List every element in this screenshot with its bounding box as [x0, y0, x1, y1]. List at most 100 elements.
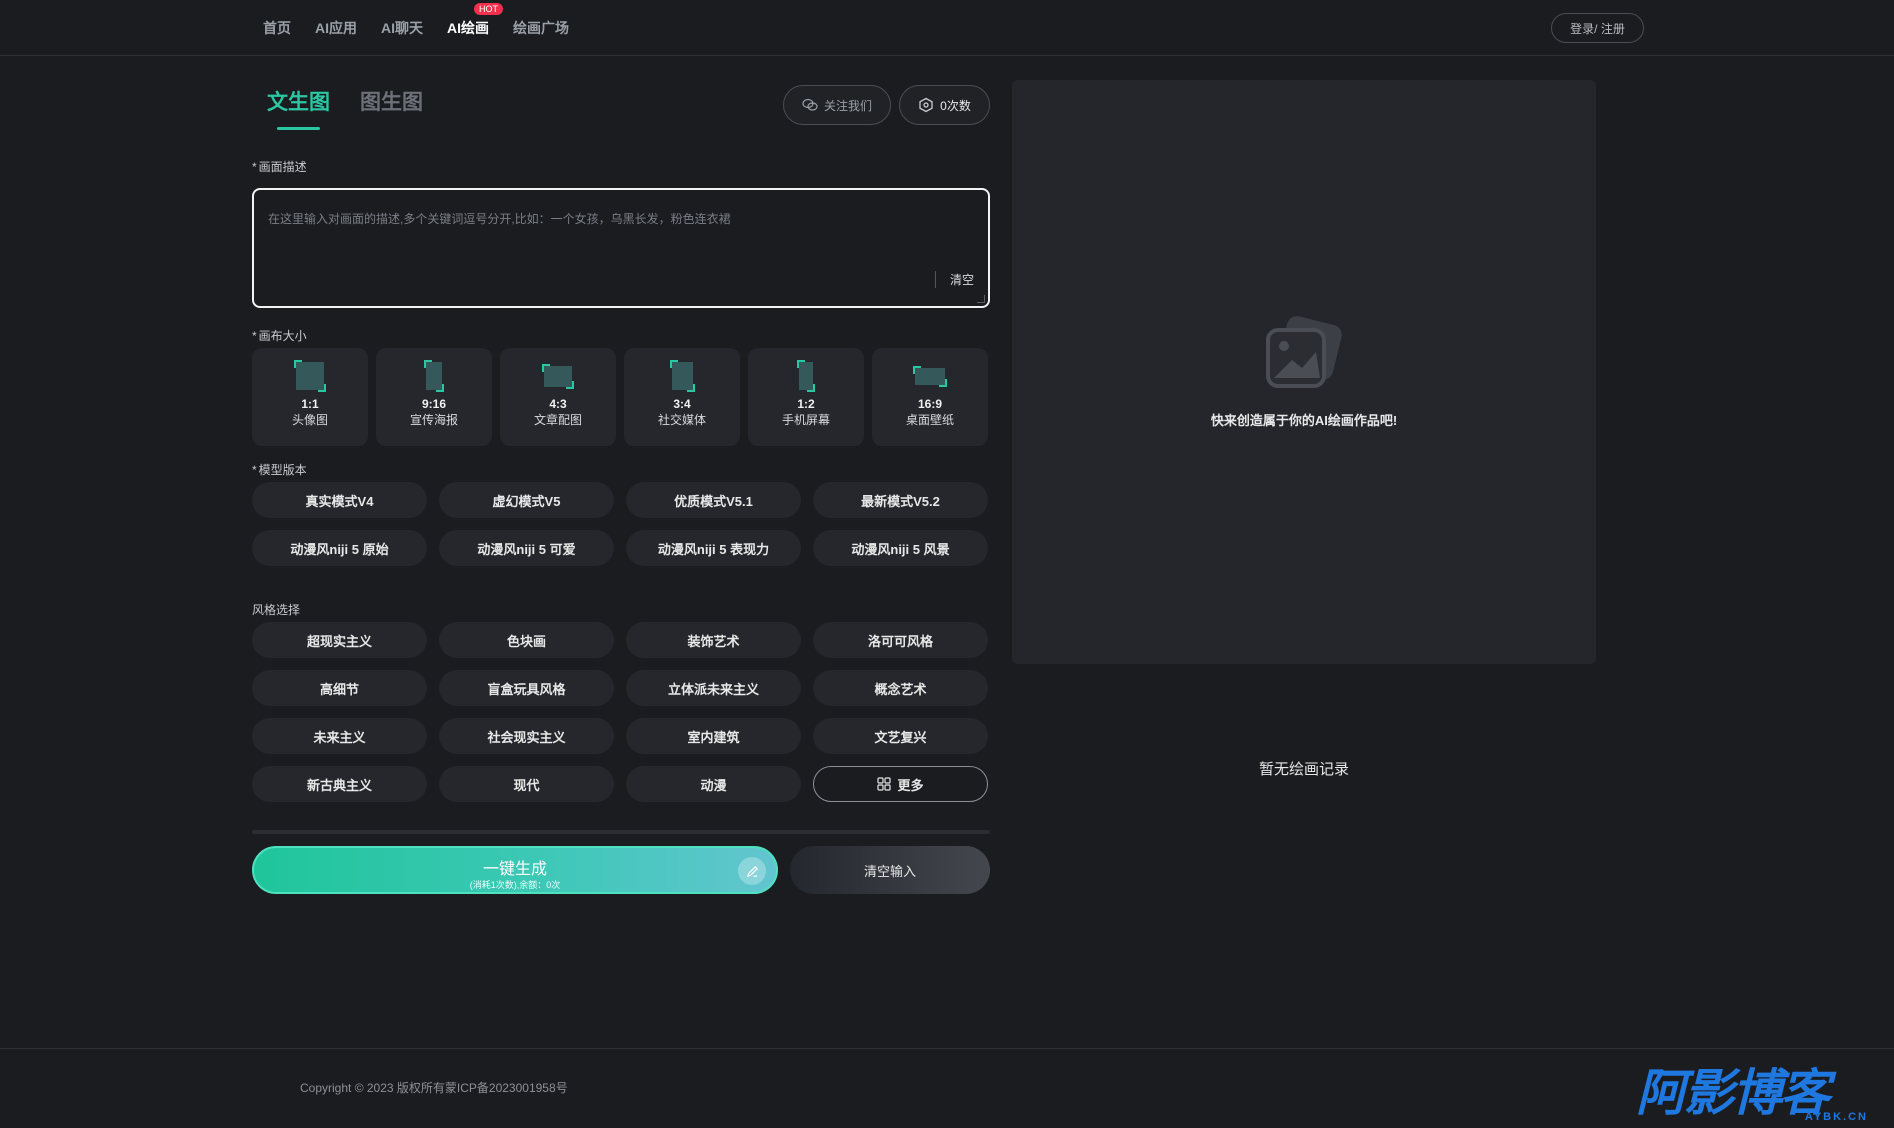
prompt-textarea[interactable]	[268, 210, 928, 270]
image-preview-area: 快来创造属于你的AI绘画作品吧!	[1012, 80, 1596, 664]
copyright-text: Copyright © 2023 版权所有蒙ICP备2023001958号	[300, 1081, 568, 1095]
wechat-icon	[802, 98, 818, 111]
prompt-input-box: 清空	[252, 188, 990, 308]
model-option[interactable]: 动漫风niji 5 可爱	[439, 530, 614, 566]
style-options: 超现实主义 色块画 装饰艺术 洛可可风格 高细节 盲盒玩具风格 立体派未来主义 …	[252, 622, 988, 802]
login-register-button[interactable]: 登录/ 注册	[1551, 13, 1644, 43]
size-option-4-3[interactable]: 4:3 文章配图	[500, 348, 616, 446]
required-mark: *	[252, 463, 257, 477]
canvas-section-label: * 画布大小	[252, 327, 307, 344]
size-ratio: 1:2	[797, 397, 815, 411]
model-option[interactable]: 动漫风niji 5 原始	[252, 530, 427, 566]
nav-item-painting-square[interactable]: 绘画广场	[513, 18, 569, 38]
image-placeholder-icon	[1266, 316, 1342, 388]
prompt-clear-button[interactable]: 清空	[934, 271, 974, 288]
grid-icon	[877, 777, 892, 791]
top-nav-bar: 首页 AI应用 AI聊天 AI绘画 HOT 绘画广场 登录/ 注册	[0, 0, 1894, 56]
model-options: 真实模式V4 虚幻模式V5 优质模式V5.1 最新模式V5.2 动漫风niji …	[252, 482, 988, 566]
prompt-label: 画面描述	[258, 160, 307, 174]
size-option-3-4[interactable]: 3:4 社交媒体	[624, 348, 740, 446]
aspect-ratio-icon	[542, 360, 574, 392]
generate-cost-label: (消耗1次数),余额：0次	[469, 880, 561, 890]
style-label: 风格选择	[252, 603, 301, 617]
style-option[interactable]: 概念艺术	[813, 670, 988, 706]
size-name: 头像图	[291, 413, 328, 427]
style-option[interactable]: 文艺复兴	[813, 718, 988, 754]
size-name: 文章配图	[533, 413, 582, 427]
section-divider	[252, 830, 990, 834]
model-option[interactable]: 动漫风niji 5 风景	[813, 530, 988, 566]
nav-item-ai-chat[interactable]: AI聊天	[381, 18, 423, 38]
model-option[interactable]: 动漫风niji 5 表现力	[626, 530, 801, 566]
more-styles-button[interactable]: 更多	[813, 766, 988, 802]
size-ratio: 1:1	[301, 397, 319, 411]
style-option[interactable]: 立体派未来主义	[626, 670, 801, 706]
nav-item-ai-apps[interactable]: AI应用	[315, 18, 357, 38]
resize-handle[interactable]	[977, 295, 985, 303]
model-label: 模型版本	[258, 463, 307, 477]
hot-badge: HOT	[474, 3, 503, 15]
model-option[interactable]: 优质模式V5.1	[626, 482, 801, 518]
size-name: 手机屏幕	[781, 413, 830, 427]
model-option[interactable]: 真实模式V4	[252, 482, 427, 518]
size-name: 宣传海报	[409, 413, 458, 427]
size-name: 桌面壁纸	[905, 413, 954, 427]
size-option-9-16[interactable]: 9:16 宣传海报	[376, 348, 492, 446]
style-option[interactable]: 动漫	[626, 766, 801, 802]
nav-item-ai-painting[interactable]: AI绘画 HOT	[447, 3, 503, 38]
style-section-label: 风格选择	[252, 601, 300, 618]
site-watermark-logo: 阿影博客 AYBK.CN	[1636, 1065, 1876, 1125]
nav-item-ai-painting-label: AI绘画	[447, 20, 489, 36]
required-mark: *	[252, 329, 257, 343]
canvas-label: 画布大小	[258, 329, 307, 343]
generate-label: 一键生成	[482, 861, 547, 878]
no-history-text: 暂无绘画记录	[1258, 761, 1349, 778]
model-option[interactable]: 最新模式V5.2	[813, 482, 988, 518]
size-option-16-9[interactable]: 16:9 桌面壁纸	[872, 348, 988, 446]
clear-input-button[interactable]: 清空输入	[790, 846, 990, 894]
tab-image-to-image[interactable]: 图生图	[360, 86, 423, 130]
style-option[interactable]: 装饰艺术	[626, 622, 801, 658]
model-option[interactable]: 虚幻模式V5	[439, 482, 614, 518]
style-option[interactable]: 高细节	[252, 670, 427, 706]
aspect-ratio-icon	[294, 360, 326, 392]
size-option-1-2[interactable]: 1:2 手机屏幕	[748, 348, 864, 446]
usage-count-button[interactable]: 0次数	[899, 85, 990, 125]
tab-text-to-image[interactable]: 文生图	[267, 86, 330, 130]
hexagon-icon	[919, 97, 933, 113]
follow-us-button[interactable]: 关注我们	[783, 85, 891, 125]
style-option[interactable]: 盲盒玩具风格	[439, 670, 614, 706]
size-option-1-1[interactable]: 1:1 头像图	[252, 348, 368, 446]
main-nav: 首页 AI应用 AI聊天 AI绘画 HOT 绘画广场	[263, 0, 593, 56]
style-option[interactable]: 色块画	[439, 622, 614, 658]
mode-tabs: 文生图 图生图	[267, 86, 423, 130]
watermark-domain: AYBK.CN	[1804, 1111, 1868, 1123]
style-option[interactable]: 未来主义	[252, 718, 427, 754]
style-option[interactable]: 新古典主义	[252, 766, 427, 802]
style-option[interactable]: 现代	[439, 766, 614, 802]
more-styles-label: 更多	[897, 777, 924, 793]
style-option[interactable]: 社会现实主义	[439, 718, 614, 754]
generate-button[interactable]: 一键生成 (消耗1次数),余额：0次	[252, 846, 778, 894]
follow-us-label: 关注我们	[823, 98, 872, 113]
model-section-label: * 模型版本	[252, 461, 307, 478]
footer: Copyright © 2023 版权所有蒙ICP备2023001958号 阿影…	[0, 1048, 1894, 1128]
aspect-ratio-icon	[913, 360, 947, 392]
prompt-section-label: * 画面描述	[252, 158, 307, 175]
required-mark: *	[252, 160, 257, 174]
canvas-size-options: 1:1 头像图 9:16 宣传海报 4:3 文章配图 3:4 社交媒体 1:2 …	[252, 348, 988, 446]
aspect-ratio-icon	[669, 360, 695, 392]
size-ratio: 16:9	[917, 397, 943, 411]
style-option[interactable]: 洛可可风格	[813, 622, 988, 658]
preview-hint: 快来创造属于你的AI绘画作品吧!	[1210, 413, 1398, 428]
size-ratio: 4:3	[549, 397, 567, 411]
style-option[interactable]: 室内建筑	[626, 718, 801, 754]
size-name: 社交媒体	[657, 413, 706, 427]
style-option[interactable]: 超现实主义	[252, 622, 427, 658]
size-ratio: 3:4	[673, 397, 691, 411]
nav-item-home[interactable]: 首页	[263, 18, 291, 38]
aspect-ratio-icon	[424, 360, 444, 392]
aspect-ratio-icon	[797, 360, 815, 392]
size-ratio: 9:16	[421, 397, 447, 411]
pen-icon	[738, 857, 766, 885]
